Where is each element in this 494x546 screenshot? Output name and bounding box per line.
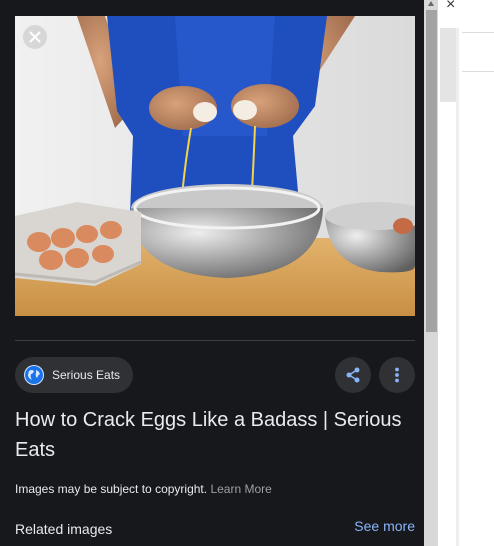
more-options-button[interactable] <box>379 357 415 393</box>
source-name: Serious Eats <box>52 368 121 382</box>
panel-scrollbar[interactable] <box>424 0 438 546</box>
image-preview-panel: Serious Eats How to Crack Eggs Like a Ba… <box>0 0 424 546</box>
copyright-notice: Images may be subject to copyright. Lear… <box>15 482 272 496</box>
more-vert-icon <box>395 367 399 383</box>
divider <box>15 340 415 341</box>
background-divider <box>456 28 459 546</box>
eggs-cracking-photo <box>15 16 415 316</box>
related-images-heading: Related images <box>15 521 113 537</box>
see-more-link[interactable]: See more <box>354 518 415 534</box>
scroll-up-arrow-icon[interactable] <box>428 1 434 6</box>
close-preview-button[interactable] <box>23 25 47 49</box>
share-button[interactable] <box>335 357 371 393</box>
scroll-thumb[interactable] <box>426 10 437 332</box>
source-chip[interactable]: Serious Eats <box>15 357 133 393</box>
globe-icon <box>24 365 44 385</box>
copyright-text: Images may be subject to copyright. <box>15 482 208 496</box>
close-icon <box>29 31 41 43</box>
learn-more-link[interactable]: Learn More <box>210 482 271 496</box>
background-line <box>462 71 494 72</box>
page-title-link[interactable]: How to Crack Eggs Like a Badass | Seriou… <box>15 405 410 465</box>
window-close-button[interactable]: × <box>446 0 455 14</box>
background-scrollbar[interactable] <box>440 28 456 102</box>
background-line <box>462 32 494 33</box>
share-icon <box>346 367 360 383</box>
preview-image[interactable] <box>15 16 415 316</box>
